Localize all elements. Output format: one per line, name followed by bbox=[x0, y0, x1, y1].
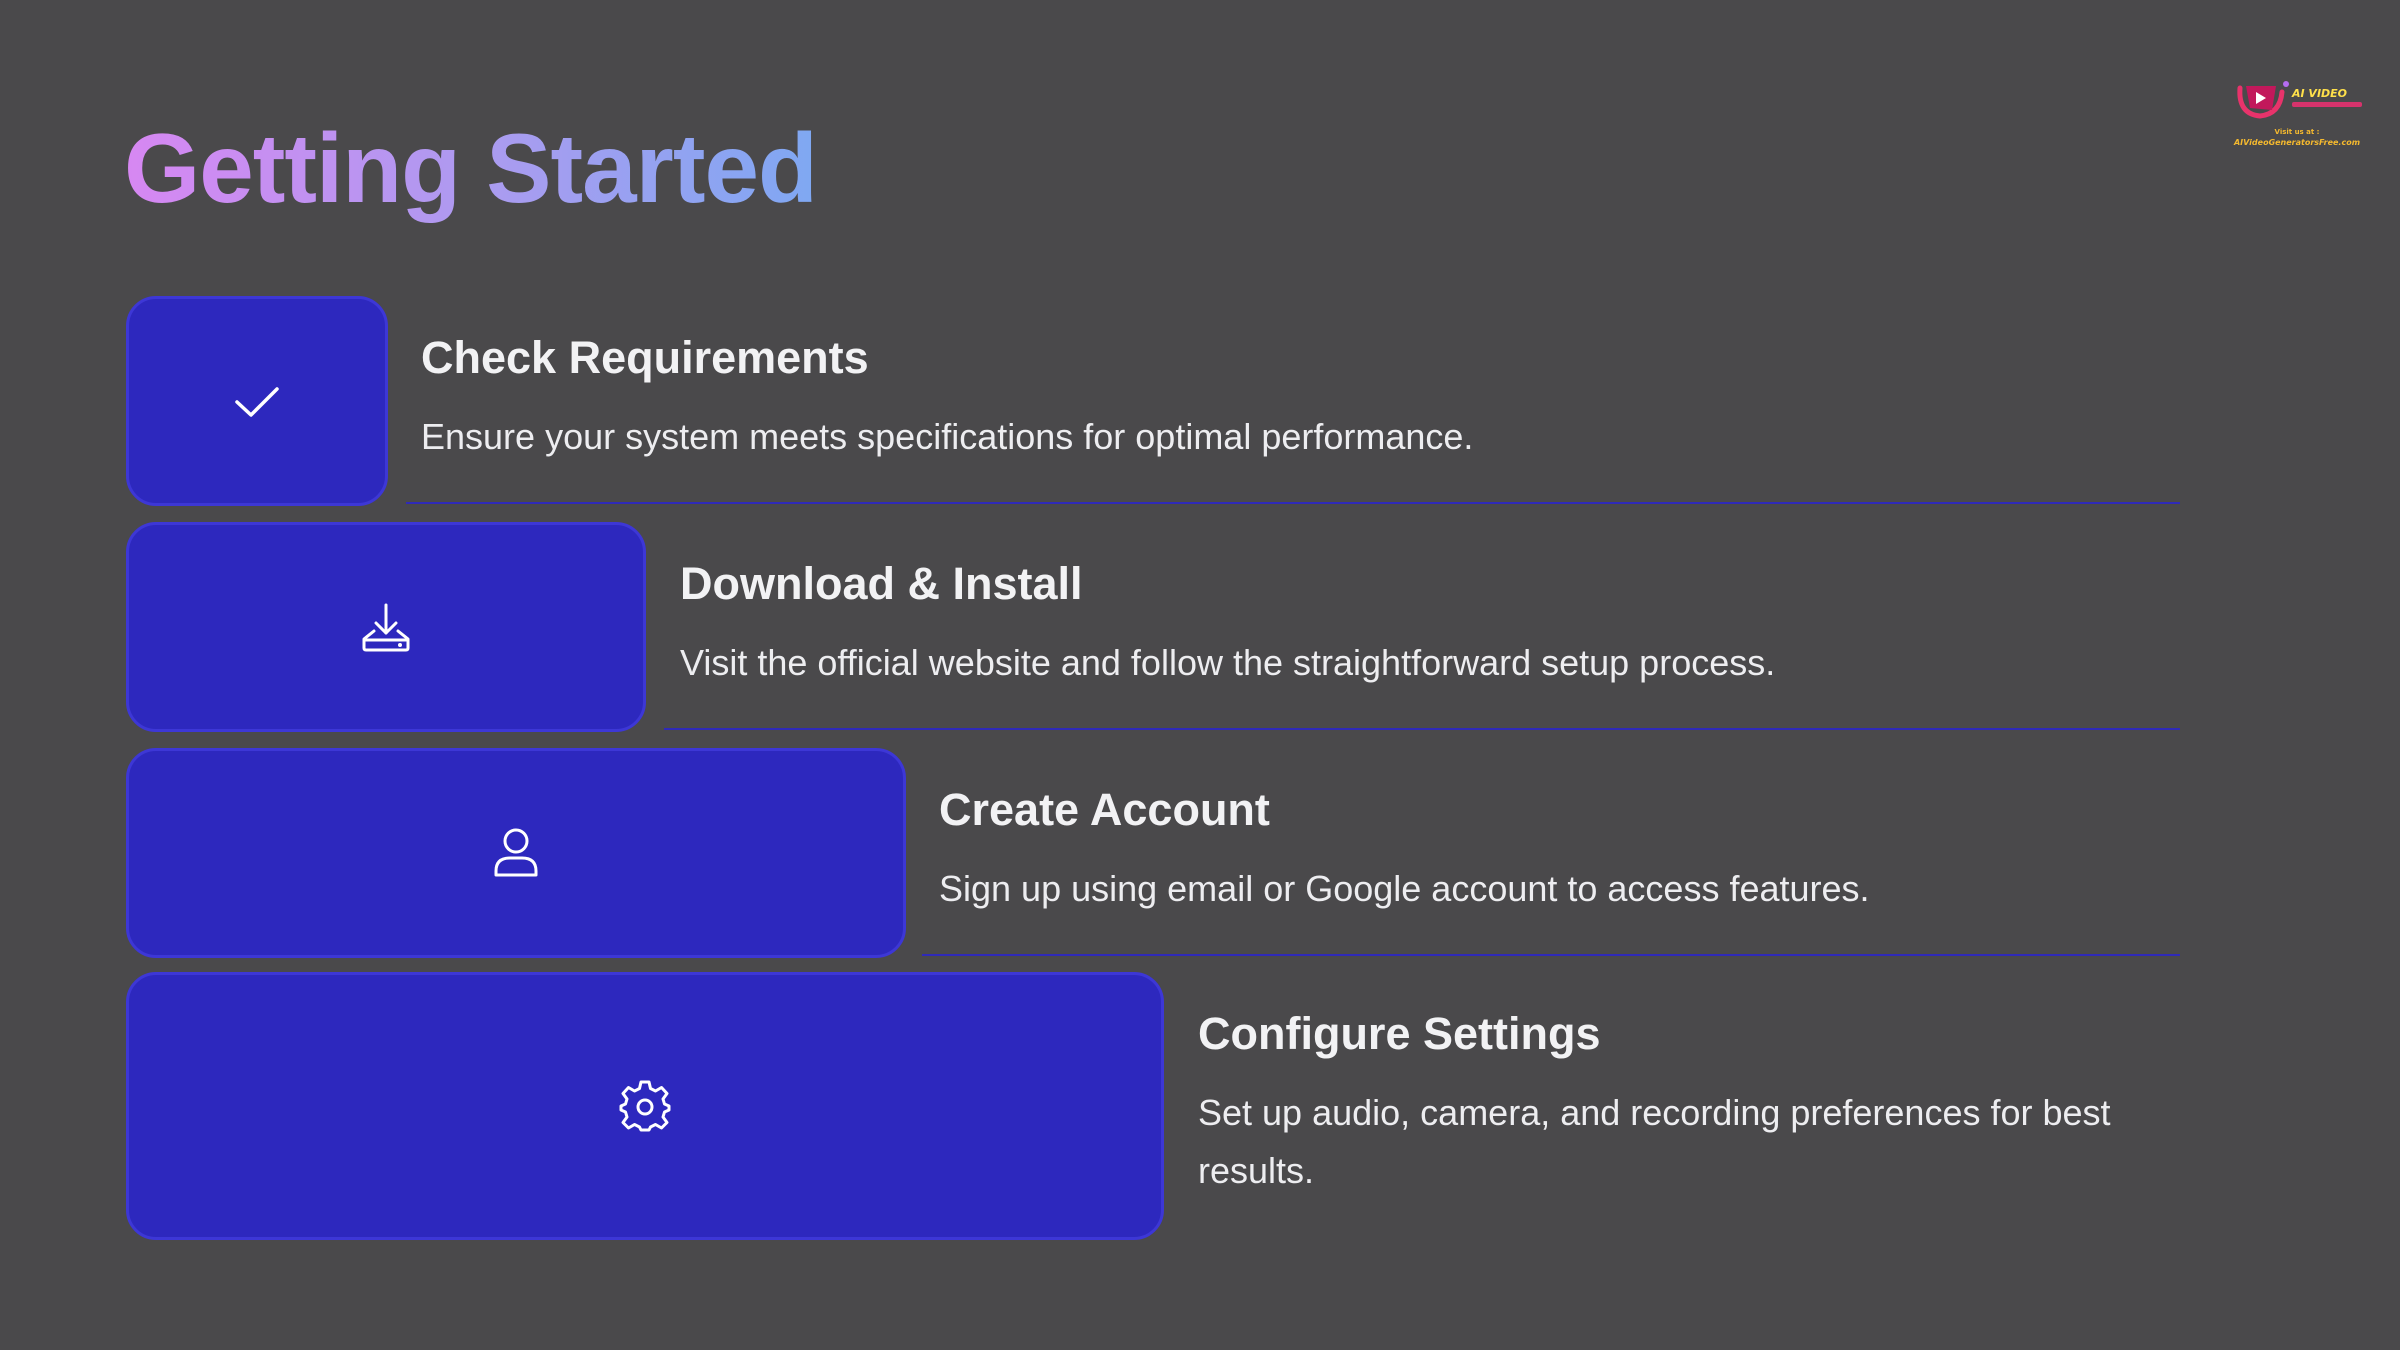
gear-icon bbox=[617, 1078, 673, 1134]
step-title: Create Account bbox=[939, 784, 1270, 835]
user-icon bbox=[488, 825, 544, 881]
step-block bbox=[126, 522, 646, 732]
step-configure-settings: Configure Settings Set up audio, camera,… bbox=[0, 972, 2400, 1242]
check-icon bbox=[229, 373, 285, 429]
brand-logo[interactable]: AI VIDEO Visit us at : AIVideoGenerators… bbox=[2222, 72, 2372, 152]
step-title: Configure Settings bbox=[1198, 1008, 1601, 1059]
step-title: Check Requirements bbox=[421, 332, 869, 383]
step-check-requirements: Check Requirements Ensure your system me… bbox=[0, 296, 2400, 508]
brand-url[interactable]: AIVideoGeneratorsFree.com bbox=[2222, 138, 2372, 148]
step-divider bbox=[922, 954, 2180, 956]
step-block bbox=[126, 296, 388, 506]
step-divider bbox=[406, 502, 2180, 504]
step-download-install: Download & Install Visit the official we… bbox=[0, 522, 2400, 734]
step-description: Sign up using email or Google account to… bbox=[939, 868, 1870, 909]
video-play-icon bbox=[2237, 81, 2289, 119]
step-title: Download & Install bbox=[680, 558, 1083, 609]
brand-logo-underline bbox=[2292, 102, 2362, 107]
step-description: Ensure your system meets specifications … bbox=[421, 416, 1474, 457]
step-divider bbox=[664, 728, 2180, 730]
page-title: Getting Started bbox=[124, 108, 818, 228]
step-description: Set up audio, camera, and recording pref… bbox=[1198, 1092, 2111, 1191]
download-icon bbox=[358, 599, 414, 655]
brand-logo-text: AI VIDEO bbox=[2292, 87, 2348, 100]
step-create-account: Create Account Sign up using email or Go… bbox=[0, 748, 2400, 960]
step-description: Visit the official website and follow th… bbox=[680, 642, 1776, 683]
brand-visit-label: Visit us at : bbox=[2274, 128, 2320, 136]
step-block bbox=[126, 748, 906, 958]
step-block bbox=[126, 972, 1164, 1240]
